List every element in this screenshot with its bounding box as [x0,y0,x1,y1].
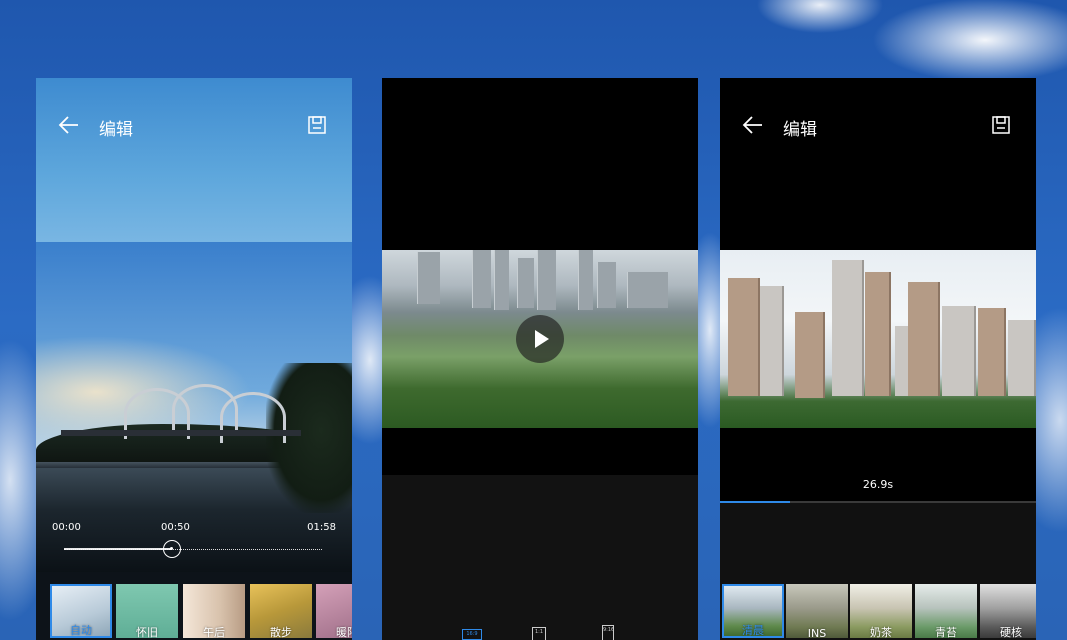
building [760,286,784,396]
save-icon[interactable] [992,116,1010,134]
time-end: 01:58 [307,522,336,533]
filter-thumb[interactable]: 自动 [50,584,112,638]
building [795,312,825,398]
page-title: 编辑 [783,120,817,140]
filter-label: 奶茶 [870,626,892,638]
filter-label: 自动 [70,624,92,637]
building [627,272,668,308]
filter-label: 散步 [270,626,292,638]
ratio-panel [382,475,698,640]
filter-thumb[interactable]: 硬核 [980,584,1036,638]
ratio-1-1-icon[interactable]: 1:1 [532,627,546,640]
top-bar: 编辑 [720,106,1036,146]
clip-duration: 26.9s [862,478,894,491]
filter-label: INS [807,627,827,638]
top-bar: 编辑 [36,106,352,146]
filter-thumb[interactable]: 清晨 [722,584,784,638]
time-start: 00:00 [52,522,81,533]
filter-thumb[interactable]: 暖阳 [316,584,352,638]
back-arrow-icon[interactable] [742,114,764,136]
filter-thumb[interactable]: INS [786,584,848,638]
middle-player-screen: 16:9 1:1 9:16 [382,78,698,640]
building [978,308,1006,396]
time-current: 00:50 [161,522,190,533]
ratio-16-9-icon[interactable]: 16:9 [462,629,482,640]
building [832,260,864,396]
bridge-deck [61,430,301,436]
timeline-progress [64,548,173,550]
building [908,282,940,396]
building [597,262,616,308]
building [472,250,491,308]
filter-label: 清晨 [742,624,764,637]
left-editor-screen: 编辑 00:00 00:50 01:58 自动 怀旧 午后 散步 暖阳 [36,78,352,640]
building [728,278,760,396]
ratio-9-16-icon[interactable]: 9:16 [602,625,614,640]
filter-label: 硬核 [1000,626,1022,638]
right-editor-screen: 编辑 26.9s 清晨 INS 奶茶 青苔 硬核 [720,78,1036,640]
video-preview[interactable] [720,250,1036,428]
filter-label: 怀旧 [136,626,158,638]
building [578,250,593,310]
filter-thumb[interactable]: 青苔 [915,584,977,638]
building [517,258,534,308]
filter-thumb[interactable]: 午后 [183,584,245,638]
back-arrow-icon[interactable] [58,114,80,136]
building [1008,320,1036,396]
building [537,250,556,310]
filter-thumb[interactable]: 散步 [250,584,312,638]
building [942,306,976,396]
building [865,272,891,396]
filter-label: 午后 [203,626,225,638]
top-sky-area [36,78,352,242]
building [417,252,440,304]
filter-thumb[interactable]: 怀旧 [116,584,178,638]
save-icon[interactable] [308,116,326,134]
filter-label: 青苔 [935,626,957,638]
filter-thumb[interactable]: 奶茶 [850,584,912,638]
page-title: 编辑 [99,120,133,140]
filter-label: 暖阳 [336,626,352,638]
play-button[interactable] [516,315,564,363]
building [494,250,509,310]
